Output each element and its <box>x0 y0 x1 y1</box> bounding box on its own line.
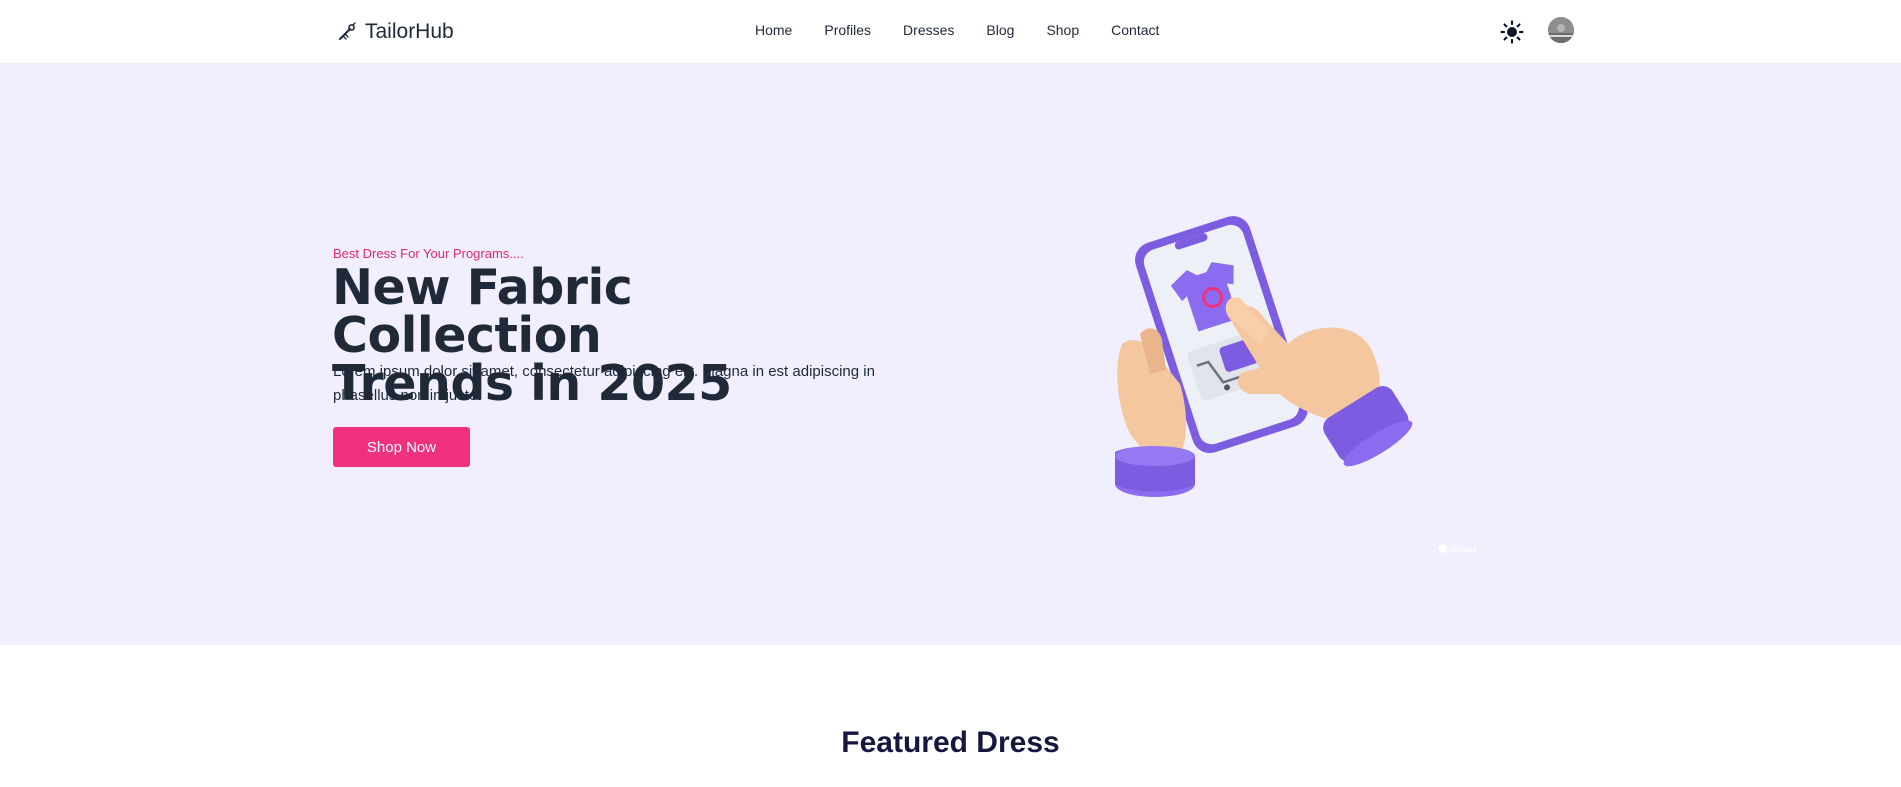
brand-logo-link[interactable]: TailorHub <box>337 18 454 46</box>
nav-link-dresses[interactable]: Dresses <box>903 22 954 38</box>
avatar-image <box>1548 17 1574 43</box>
main-nav: Home Profiles Dresses Blog Shop Contact <box>755 22 1159 38</box>
hero-title-line-1: New Fabric Collection <box>332 259 633 364</box>
sun-icon[interactable] <box>1500 20 1524 44</box>
user-avatar[interactable] <box>1548 17 1574 43</box>
nav-link-contact[interactable]: Contact <box>1111 22 1159 38</box>
image-watermark: ikiraaz <box>1438 544 1477 554</box>
nav-link-blog[interactable]: Blog <box>986 22 1014 38</box>
hero-description: Lorem ipsum dolor sit amet, consectetur … <box>333 363 875 404</box>
featured-section-title: Featured Dress <box>841 726 1060 759</box>
brand-name: TailorHub <box>365 20 454 43</box>
nav-link-shop[interactable]: Shop <box>1046 22 1079 38</box>
needle-thread-icon <box>339 22 356 40</box>
hero-section: Best Dress For Your Programs.... New Fab… <box>0 64 1901 645</box>
shield-icon <box>1439 544 1447 554</box>
shopping-phone-illustration <box>1115 216 1413 497</box>
nav-link-home[interactable]: Home <box>755 22 792 38</box>
watermark-text: ikiraaz <box>1451 544 1478 554</box>
navbar: TailorHub Home Profiles Dresses Blog Sho… <box>0 0 1901 64</box>
shop-now-button[interactable]: Shop Now <box>333 427 470 467</box>
nav-link-profiles[interactable]: Profiles <box>824 22 871 38</box>
